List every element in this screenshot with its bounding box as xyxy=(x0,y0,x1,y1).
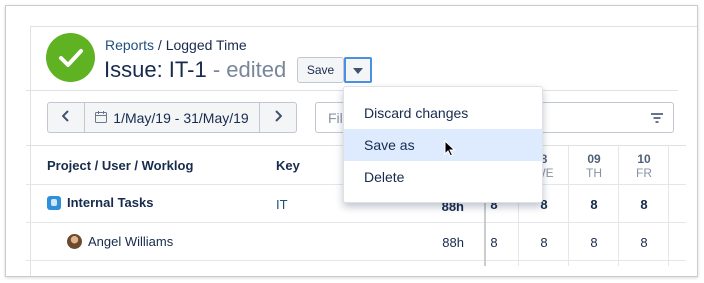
weekday-label: FR xyxy=(636,166,652,180)
day-cell[interactable]: 8 xyxy=(519,235,569,250)
date-range-button[interactable]: 1/May/19 - 31/May/19 xyxy=(84,103,260,132)
filter-icon[interactable] xyxy=(650,111,664,129)
user-name: Angel Williams xyxy=(88,234,174,249)
check-circle-icon xyxy=(46,33,95,82)
project-key-link[interactable]: IT xyxy=(276,197,288,212)
chevron-right-icon xyxy=(274,109,283,127)
day-cell[interactable]: 8 xyxy=(569,235,619,250)
table-row-user[interactable]: Angel Williams xyxy=(67,234,173,249)
day-cell[interactable]: 8 xyxy=(486,235,502,250)
date-range-label: 1/May/19 - 31/May/19 xyxy=(113,109,249,126)
row-divider xyxy=(26,222,686,223)
row-total: 88h xyxy=(442,235,464,250)
column-header-name[interactable]: Project / User / Worklog xyxy=(47,158,193,173)
menu-item-save-as[interactable]: Save as xyxy=(344,129,542,161)
menu-item-delete[interactable]: Delete xyxy=(344,161,542,193)
date-range-picker: 1/May/19 - 31/May/19 xyxy=(47,102,297,133)
chevron-left-icon xyxy=(61,109,70,127)
prev-period-button[interactable] xyxy=(48,103,84,132)
breadcrumb: Reports / Logged Time xyxy=(105,37,247,53)
caret-down-icon xyxy=(353,61,363,79)
day-header: 10 FR xyxy=(619,152,669,180)
save-options-menu: Discard changes Save as Delete xyxy=(343,86,543,203)
project-name: Internal Tasks xyxy=(67,195,154,210)
day-number: 09 xyxy=(587,152,601,166)
menu-item-discard-changes[interactable]: Discard changes xyxy=(344,97,542,129)
save-button[interactable]: Save xyxy=(297,57,344,83)
save-options-dropdown[interactable] xyxy=(344,57,372,83)
mouse-pointer-icon xyxy=(444,139,456,162)
edited-indicator: - edited xyxy=(206,57,287,82)
day-cell[interactable]: 8 xyxy=(619,197,669,212)
project-icon xyxy=(47,195,61,210)
page-title: Issue: IT-1 - edited xyxy=(104,57,286,83)
day-cell[interactable]: 8 xyxy=(619,235,669,250)
column-header-key[interactable]: Key xyxy=(276,158,300,173)
next-period-button[interactable] xyxy=(260,103,296,132)
page-title-text: Issue: IT-1 xyxy=(104,57,207,82)
avatar xyxy=(67,234,82,249)
day-cell[interactable]: 8 xyxy=(569,197,619,212)
breadcrumb-current: Logged Time xyxy=(165,37,247,53)
row-divider xyxy=(26,260,686,261)
weekday-label: TH xyxy=(586,166,602,180)
day-header: 09 TH xyxy=(569,152,619,180)
breadcrumb-reports-link[interactable]: Reports xyxy=(105,37,154,53)
day-number: 10 xyxy=(637,152,651,166)
calendar-icon xyxy=(95,110,108,126)
table-row-project[interactable]: Internal Tasks xyxy=(47,195,153,210)
breadcrumb-separator: / xyxy=(154,37,166,53)
